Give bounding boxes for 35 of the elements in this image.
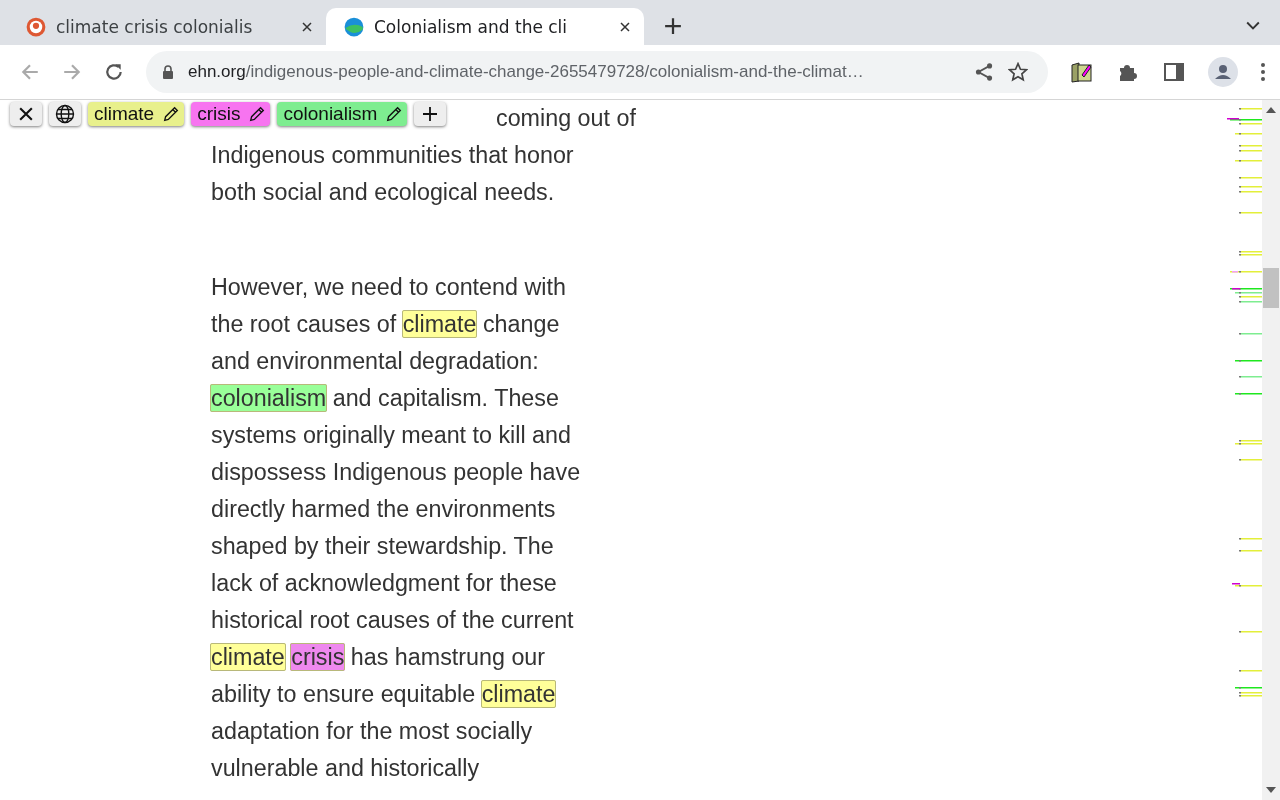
article-text: coming out of <box>496 104 636 133</box>
star-icon[interactable] <box>1008 62 1028 82</box>
close-icon <box>19 107 33 121</box>
lock-icon <box>162 65 174 79</box>
globe-button[interactable] <box>49 102 81 126</box>
add-term-button[interactable] <box>414 102 447 126</box>
article-text: both social and ecological needs. <box>211 178 555 207</box>
browser-tab[interactable]: Colonialism and the cli <box>326 8 644 45</box>
more-menu-icon[interactable] <box>1260 62 1266 82</box>
scroll-down-icon[interactable] <box>1266 787 1276 793</box>
globe-leaf-icon <box>344 16 364 37</box>
highlight-term-chip[interactable]: crisis <box>191 102 271 126</box>
url-text: ehn.org/indigenous-people-and-climate-change-2655479728/colonialism-and-the-climat… <box>188 62 865 82</box>
pencil-icon[interactable] <box>248 105 267 123</box>
article-paragraph: However, we need to contend with the root causes of climate change and environmental degradation: colonialism and capitalism. These systems originally meant to kill and dispossess Indigenous people have directly harmed the environments shaped by their stewardship. The lack of acknowledgment for these historical root causes of the current climate crisis has hamstrung our ability to ensure equitable climate adaptation for the most socially vulnerable and historically <box>211 273 582 783</box>
address-bar[interactable]: ehn.org/indigenous-people-and-climate-change-2655479728/colonialism-and-the-climat… <box>146 51 1048 93</box>
globe-icon <box>55 104 75 124</box>
browser-tab[interactable]: climate crisis colonialis <box>8 8 326 45</box>
close-button[interactable] <box>10 102 42 126</box>
reload-icon[interactable] <box>104 62 124 82</box>
highlight-term-chip[interactable]: colonialism <box>277 102 408 126</box>
highlight-term-chip[interactable]: climate <box>88 102 185 126</box>
scrollbar[interactable] <box>1262 100 1280 800</box>
share-icon[interactable] <box>974 62 994 82</box>
chevron-down-icon[interactable] <box>1246 21 1260 31</box>
side-panel-icon[interactable] <box>1162 60 1186 84</box>
scrollbar-thumb[interactable] <box>1263 268 1279 308</box>
profile-avatar-icon[interactable] <box>1208 57 1238 87</box>
plus-icon <box>422 106 439 122</box>
highlighter-extension-icon[interactable] <box>1070 60 1094 84</box>
new-tab-icon[interactable] <box>664 17 682 35</box>
scroll-up-icon[interactable] <box>1266 107 1276 113</box>
pencil-icon[interactable] <box>385 105 404 123</box>
article-text: Indigenous communities that honor <box>211 141 574 170</box>
pencil-icon[interactable] <box>162 105 181 123</box>
